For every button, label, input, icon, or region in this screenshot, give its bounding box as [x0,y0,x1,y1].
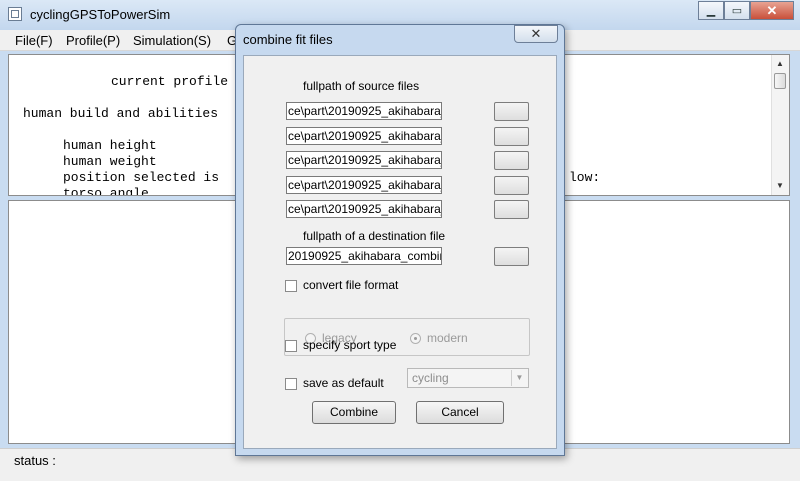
dialog-body: fullpath of source files ce\part\2019092… [243,55,557,449]
close-icon: ✕ [766,2,778,18]
convert-format-checkbox[interactable] [285,280,297,292]
source-file-field-2[interactable]: ce\part\20190925_akihabara_02.fit [286,127,442,145]
close-icon: ✕ [530,26,542,41]
source-file-field-1[interactable]: ce\part\20190925_akihabara_01.fit [286,102,442,120]
chevron-down-icon[interactable]: ▼ [511,370,527,386]
sport-type-select[interactable]: cycling ▼ [407,368,529,388]
menu-file[interactable]: File(F) [15,33,53,48]
text-line: position selected is [63,170,220,185]
sport-type-checkbox[interactable] [285,340,297,352]
scroll-down-icon[interactable]: ▼ [776,181,784,190]
text-line: torso angle [63,186,149,196]
save-default-label: save as default [303,376,384,390]
combine-fit-files-dialog: combine fit files ✕ fullpath of source f… [235,24,565,456]
convert-format-label: convert file format [303,278,399,292]
dialog-title: combine fit files [243,32,333,47]
text-fragment: low: [569,170,601,185]
modern-radio-label: modern [427,331,468,345]
text-line: human weight [63,154,157,169]
text-line: human build and abilities [23,106,219,121]
vertical-scrollbar[interactable]: ▲ ▼ [771,55,789,195]
app-icon [8,7,22,21]
modern-radio[interactable] [410,333,421,344]
browse-button-2[interactable] [494,127,529,146]
browse-button-4[interactable] [494,176,529,195]
window-title: cyclingGPSToPowerSim [30,7,171,22]
window-close-button[interactable]: ✕ [750,1,794,20]
save-default-checkbox[interactable] [285,378,297,390]
browse-button-3[interactable] [494,151,529,170]
sport-type-value: cycling [412,371,449,385]
maximize-button[interactable]: ▭ [724,1,750,20]
caption-buttons: ▁ ▭ ✕ [698,1,794,20]
cancel-button[interactable]: Cancel [416,401,504,424]
minimize-icon: ▁ [706,5,716,17]
status-label: status : [14,453,56,468]
minimize-button[interactable]: ▁ [698,1,724,20]
sport-type-label: specify sport type [303,338,397,352]
source-file-field-5[interactable]: ce\part\20190925_akihabara_05.fit [286,200,442,218]
source-file-field-4[interactable]: ce\part\20190925_akihabara_04.fit [286,176,442,194]
dialog-close-button[interactable]: ✕ [514,25,558,43]
text-line: human height [63,138,157,153]
source-file-field-3[interactable]: ce\part\20190925_akihabara_03.fit [286,151,442,169]
browse-button-5[interactable] [494,200,529,219]
browse-button-destination[interactable] [494,247,529,266]
maximize-icon: ▭ [731,5,743,17]
combine-button[interactable]: Combine [312,401,396,424]
browse-button-1[interactable] [494,102,529,121]
menu-profile[interactable]: Profile(P) [66,33,120,48]
scroll-thumb[interactable] [774,73,786,89]
scroll-up-icon[interactable]: ▲ [776,59,784,68]
text-line: current profile [111,74,229,89]
menu-simulation[interactable]: Simulation(S) [133,33,211,48]
destination-file-label: fullpath of a destination file [303,229,446,243]
destination-file-field[interactable]: 20190925_akihabara_combined.fit [286,247,442,265]
source-files-label: fullpath of source files [303,79,420,93]
